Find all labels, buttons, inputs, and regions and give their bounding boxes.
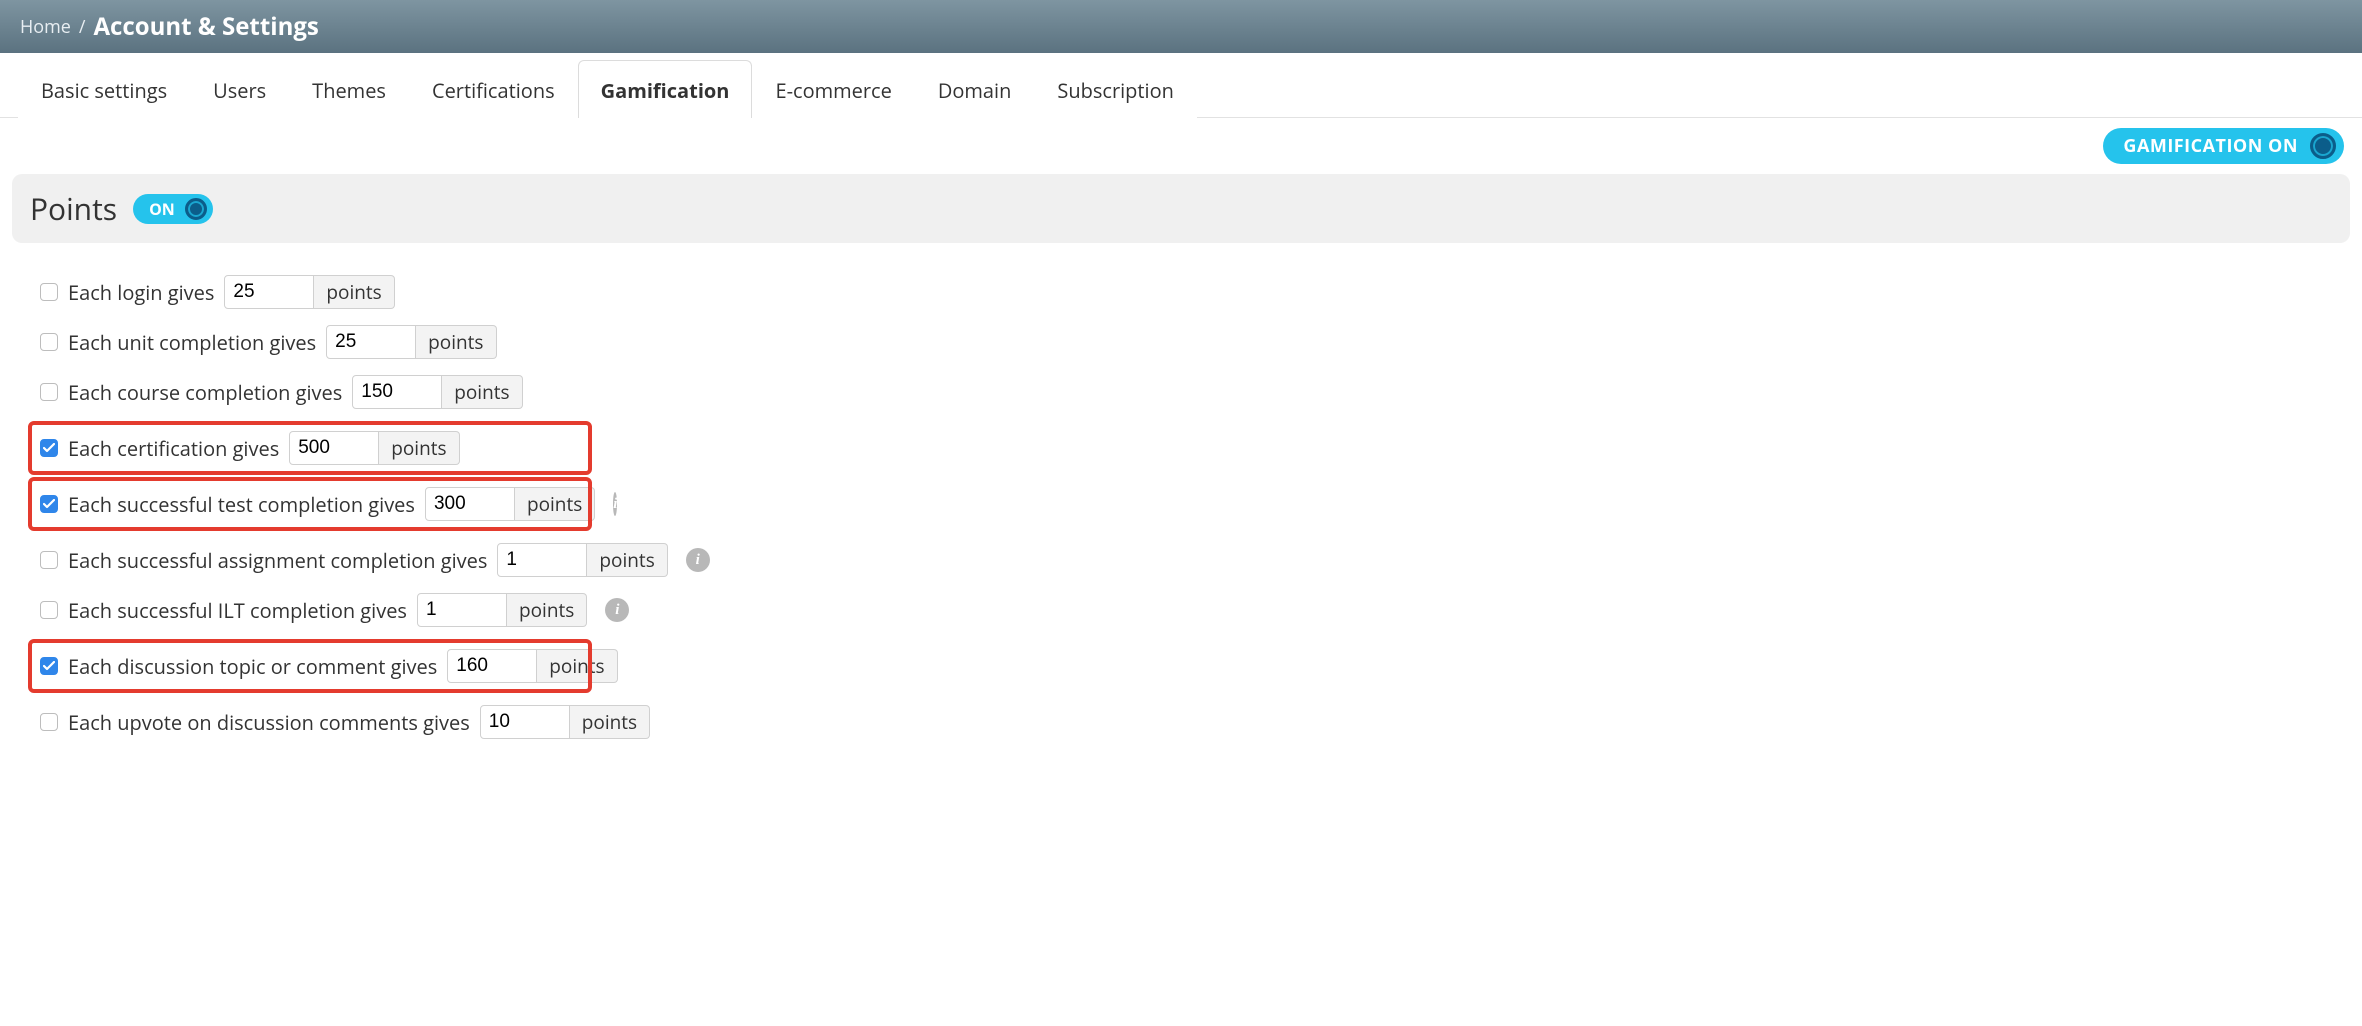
rule-unit-label: points (570, 705, 650, 739)
rule-label: Each upvote on discussion comments gives (68, 709, 470, 736)
rule-label: Each login gives (68, 279, 214, 306)
rule-unit-label: points (515, 487, 595, 521)
points-section-title: Points (30, 188, 117, 229)
rule-unit-label: points (379, 431, 459, 465)
toggle-knob-icon (185, 198, 207, 220)
points-rule-row: Each successful ILT completion gives poin… (30, 585, 2332, 635)
rule-value-input-test[interactable] (425, 487, 515, 521)
points-rule-row: Each discussion topic or comment givespo… (30, 641, 590, 691)
breadcrumb: Home / Account & Settings (0, 0, 2362, 53)
rule-value-group: points (480, 705, 650, 739)
rule-label: Each certification gives (68, 435, 279, 462)
info-icon[interactable]: i (613, 492, 617, 516)
info-icon[interactable]: i (605, 598, 629, 622)
tab-certifications[interactable]: Certifications (409, 60, 578, 118)
gamification-toggle[interactable]: GAMIFICATION ON (2103, 128, 2344, 164)
rule-label: Each discussion topic or comment gives (68, 653, 437, 680)
tab-subscription[interactable]: Subscription (1034, 60, 1197, 118)
rule-checkbox-course[interactable] (40, 383, 58, 401)
rule-unit-label: points (537, 649, 617, 683)
points-toggle[interactable]: ON (133, 194, 213, 224)
rule-value-group: points (425, 487, 595, 521)
rule-unit-label: points (416, 325, 496, 359)
rule-value-group: points (417, 593, 587, 627)
points-rule-row: Each upvote on discussion comments gives… (30, 697, 2332, 747)
rule-checkbox-ilt[interactable] (40, 601, 58, 619)
rule-label: Each successful test completion gives (68, 491, 415, 518)
tab-gamification[interactable]: Gamification (578, 60, 753, 118)
rule-checkbox-test[interactable] (40, 495, 58, 513)
gamification-toggle-label: GAMIFICATION ON (2123, 134, 2298, 158)
rule-value-input-ilt[interactable] (417, 593, 507, 627)
rule-label: Each course completion gives (68, 379, 342, 406)
page-title: Account & Settings (93, 10, 318, 43)
info-icon[interactable]: i (686, 548, 710, 572)
rule-value-group: points (497, 543, 667, 577)
rule-value-input-unit[interactable] (326, 325, 416, 359)
points-toggle-label: ON (149, 198, 175, 220)
rule-value-input-discuss[interactable] (447, 649, 537, 683)
rule-label: Each unit completion gives (68, 329, 316, 356)
points-rule-row: Each successful test completion givespoi… (30, 479, 590, 529)
rule-checkbox-upvote[interactable] (40, 713, 58, 731)
breadcrumb-separator: / (79, 15, 86, 39)
rule-value-input-assign[interactable] (497, 543, 587, 577)
breadcrumb-home[interactable]: Home (20, 15, 71, 39)
rule-label: Each successful assignment completion gi… (68, 547, 487, 574)
rule-value-group: points (447, 649, 617, 683)
rule-value-group: points (352, 375, 522, 409)
points-rule-row: Each unit completion gives points (30, 317, 2332, 367)
points-rule-row: Each certification gives points (30, 423, 590, 473)
rule-value-input-upvote[interactable] (480, 705, 570, 739)
tab-themes[interactable]: Themes (289, 60, 409, 118)
tab-domain[interactable]: Domain (915, 60, 1035, 118)
rule-checkbox-cert[interactable] (40, 439, 58, 457)
points-rules-list: Each login givespointsEach unit completi… (0, 253, 2362, 771)
rule-checkbox-login[interactable] (40, 283, 58, 301)
rule-unit-label: points (314, 275, 394, 309)
rule-value-input-cert[interactable] (289, 431, 379, 465)
rule-label: Each successful ILT completion gives (68, 597, 407, 624)
rule-value-group: points (326, 325, 496, 359)
toggle-knob-icon (2310, 133, 2336, 159)
rule-checkbox-discuss[interactable] (40, 657, 58, 675)
rule-value-input-login[interactable] (224, 275, 314, 309)
points-rule-row: Each successful assignment completion gi… (30, 535, 2332, 585)
rule-checkbox-assign[interactable] (40, 551, 58, 569)
points-rule-row: Each login gives points (30, 267, 2332, 317)
points-section-header: Points ON (12, 174, 2350, 243)
settings-tabs: Basic settingsUsersThemesCertificationsG… (0, 59, 2362, 118)
tab-basic-settings[interactable]: Basic settings (18, 60, 190, 118)
rule-unit-label: points (507, 593, 587, 627)
rule-unit-label: points (587, 543, 667, 577)
points-rule-row: Each course completion gives points (30, 367, 2332, 417)
tab-e-commerce[interactable]: E-commerce (752, 60, 914, 118)
tab-users[interactable]: Users (190, 60, 289, 118)
rule-checkbox-unit[interactable] (40, 333, 58, 351)
rule-unit-label: points (442, 375, 522, 409)
rule-value-group: points (224, 275, 394, 309)
rule-value-group: points (289, 431, 459, 465)
rule-value-input-course[interactable] (352, 375, 442, 409)
